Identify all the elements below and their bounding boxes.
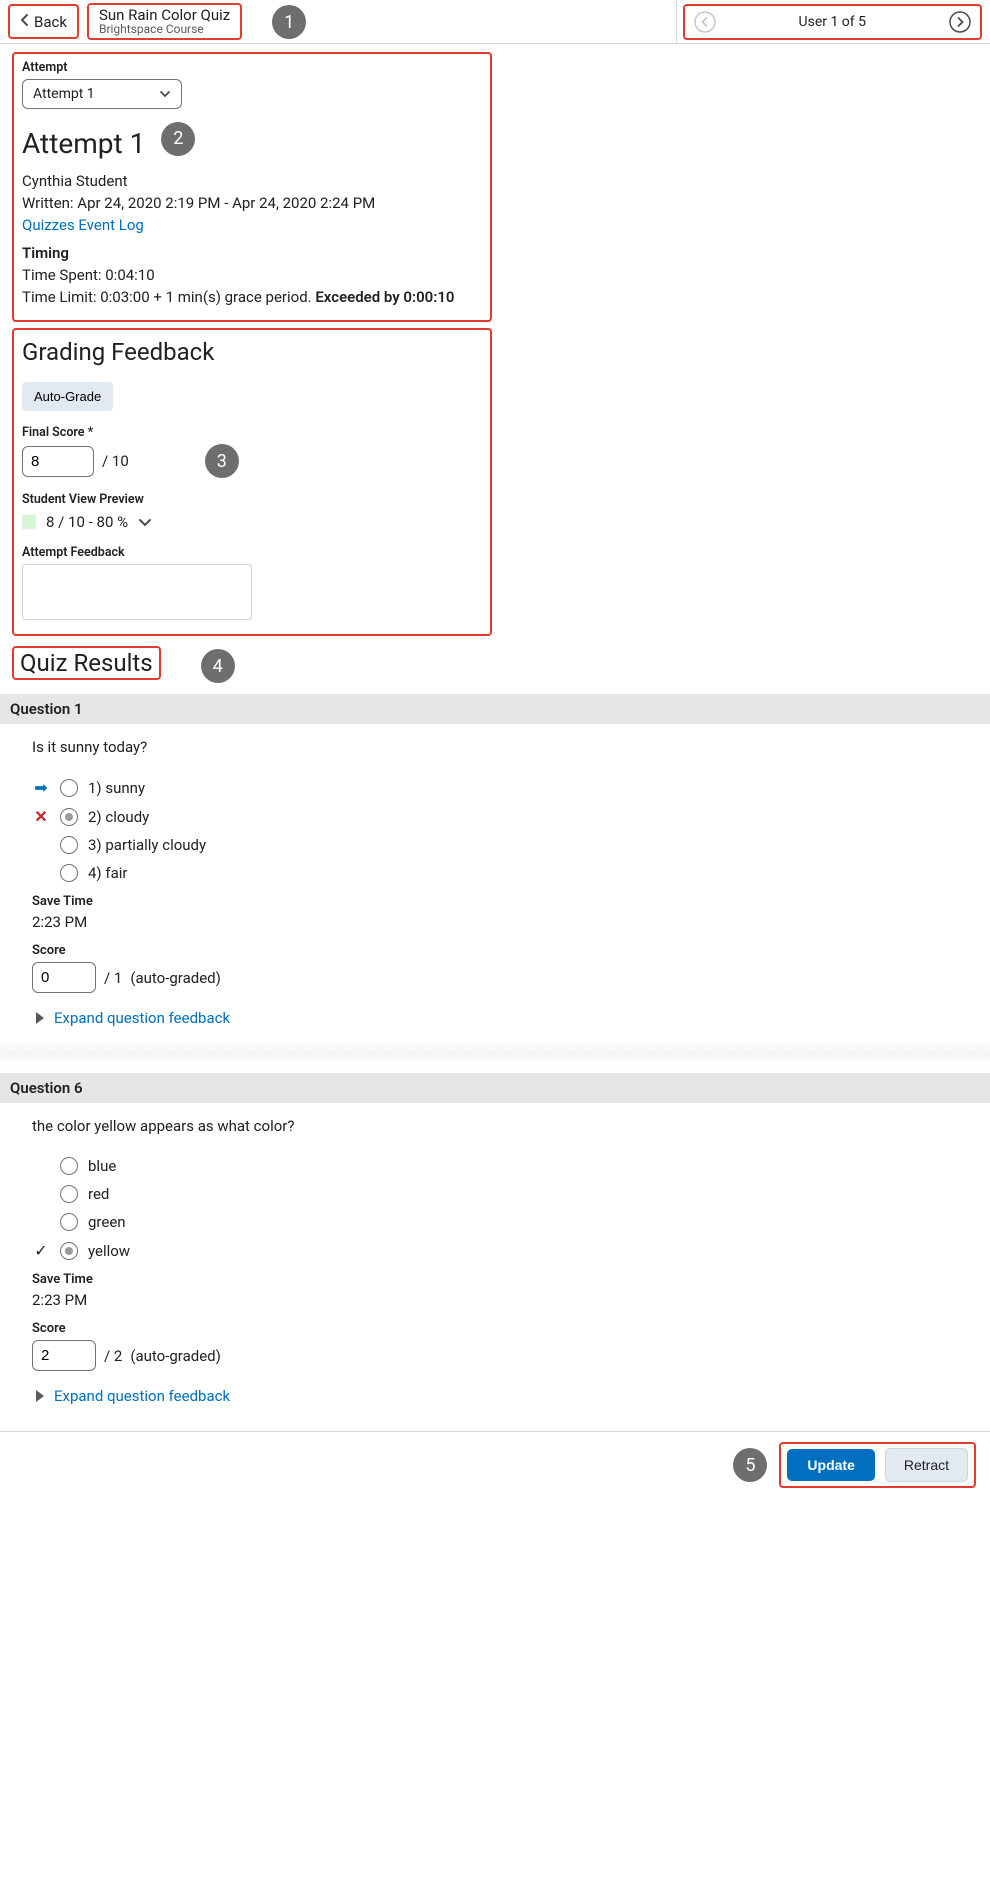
time-limit: Time Limit: 0:03:00 + 1 min(s) grace per… (22, 288, 482, 306)
quiz-results-heading: Quiz Results (20, 649, 153, 677)
prev-user-button[interactable] (691, 8, 719, 36)
back-button[interactable]: Back (8, 4, 79, 39)
q6-option-3: green (32, 1213, 964, 1231)
q1-score-label: Score (32, 943, 964, 958)
radio-icon (60, 1157, 78, 1175)
pager-label: User 1 of 5 (719, 14, 946, 30)
q6-option-1: blue (32, 1157, 964, 1175)
timing-label: Timing (22, 244, 482, 262)
x-icon: ✕ (34, 807, 47, 826)
chevron-down-icon (138, 513, 152, 531)
attempt-label: Attempt (22, 60, 482, 75)
radio-icon (60, 836, 78, 854)
radio-icon (60, 779, 78, 797)
question-1-header: Question 1 (0, 694, 990, 724)
q6-option-2: red (32, 1185, 964, 1203)
preview-swatch-icon (22, 515, 36, 529)
question-6-body: the color yellow appears as what color? … (12, 1103, 978, 1421)
q6-expand-feedback[interactable]: Expand question feedback (36, 1387, 964, 1405)
top-bar: Back Sun Rain Color Quiz Brightspace Cou… (0, 0, 990, 44)
question-6-header: Question 6 (0, 1073, 990, 1103)
user-pager: User 1 of 5 (676, 0, 990, 43)
preview-label: Student View Preview (22, 492, 482, 507)
radio-icon (60, 1213, 78, 1231)
time-spent: Time Spent: 0:04:10 (22, 266, 482, 284)
q6-auto-graded: (auto-graded) (130, 1347, 221, 1365)
retract-button[interactable]: Retract (885, 1448, 968, 1482)
page-title: Sun Rain Color Quiz (99, 7, 230, 24)
attempt-feedback-input[interactable] (22, 564, 252, 620)
q6-save-time: 2:23 PM (32, 1291, 964, 1309)
written-range: Written: Apr 24, 2020 2:19 PM - Apr 24, … (22, 194, 482, 212)
preview-text: 8 / 10 - 80 % (46, 513, 128, 531)
q6-score-input[interactable] (32, 1340, 96, 1371)
back-label: Back (34, 13, 67, 31)
q6-save-time-label: Save Time (32, 1272, 964, 1287)
q6-option-4: ✓ yellow (32, 1241, 964, 1260)
arrow-right-icon: ➡ (34, 778, 47, 797)
attempt-heading: Attempt 1 (22, 127, 145, 160)
q1-option-4: 4) fair (32, 864, 964, 882)
q1-save-time-label: Save Time (32, 894, 964, 909)
attempt-select[interactable]: Attempt 1 (22, 79, 182, 109)
chevron-down-icon (159, 86, 171, 102)
callout-3: 3 (205, 444, 239, 478)
auto-grade-button[interactable]: Auto-Grade (22, 382, 113, 411)
radio-icon (60, 864, 78, 882)
page-subtitle: Brightspace Course (99, 23, 230, 36)
student-view-preview[interactable]: 8 / 10 - 80 % (22, 513, 482, 531)
callout-2: 2 (161, 122, 195, 156)
triangle-right-icon (36, 1012, 44, 1024)
question-1-prompt: Is it sunny today? (32, 738, 964, 756)
q1-score-input[interactable] (32, 962, 96, 993)
update-button[interactable]: Update (787, 1449, 874, 1481)
radio-selected-icon (60, 1242, 78, 1260)
attempt-select-value: Attempt 1 (33, 86, 95, 102)
q1-expand-feedback[interactable]: Expand question feedback (36, 1009, 964, 1027)
grading-heading: Grading Feedback (22, 338, 482, 366)
attempt-section: Attempt Attempt 1 Attempt 1 2 Cynthia St… (12, 52, 492, 322)
checkmark-icon: ✓ (34, 1241, 47, 1260)
grading-section: Grading Feedback Auto-Grade Final Score … (12, 328, 492, 636)
callout-5: 5 (733, 1448, 767, 1482)
torn-divider (0, 1043, 990, 1073)
student-name: Cynthia Student (22, 172, 482, 190)
q1-option-3: 3) partially cloudy (32, 836, 964, 854)
footer-bar: 5 Update Retract (0, 1431, 990, 1498)
attempt-feedback-label: Attempt Feedback (22, 545, 482, 560)
quiz-results-heading-box: Quiz Results (12, 646, 161, 680)
final-score-label: Final Score * (22, 425, 482, 440)
radio-selected-icon (60, 808, 78, 826)
final-score-denom: / 10 (102, 452, 129, 470)
q1-option-2: ✕ 2) cloudy (32, 807, 964, 826)
breadcrumb-title: Sun Rain Color Quiz Brightspace Course (87, 3, 242, 40)
q6-score-label: Score (32, 1321, 964, 1336)
q6-score-denom: / 2 (104, 1347, 122, 1365)
q1-score-denom: / 1 (104, 969, 122, 987)
q1-save-time: 2:23 PM (32, 913, 964, 931)
callout-4: 4 (201, 649, 235, 683)
question-6-prompt: the color yellow appears as what color? (32, 1117, 964, 1135)
quizzes-event-log-link[interactable]: Quizzes Event Log (22, 216, 482, 234)
triangle-right-icon (36, 1390, 44, 1402)
radio-icon (60, 1185, 78, 1203)
q1-auto-graded: (auto-graded) (130, 969, 221, 987)
chevron-left-icon (20, 13, 30, 31)
question-1-body: Is it sunny today? ➡ 1) sunny ✕ 2) cloud… (12, 724, 978, 1043)
time-exceeded: Exceeded by 0:00:10 (315, 288, 454, 306)
next-user-button[interactable] (946, 8, 974, 36)
final-score-input[interactable] (22, 446, 94, 477)
q1-option-1: ➡ 1) sunny (32, 778, 964, 797)
callout-1: 1 (272, 5, 306, 39)
